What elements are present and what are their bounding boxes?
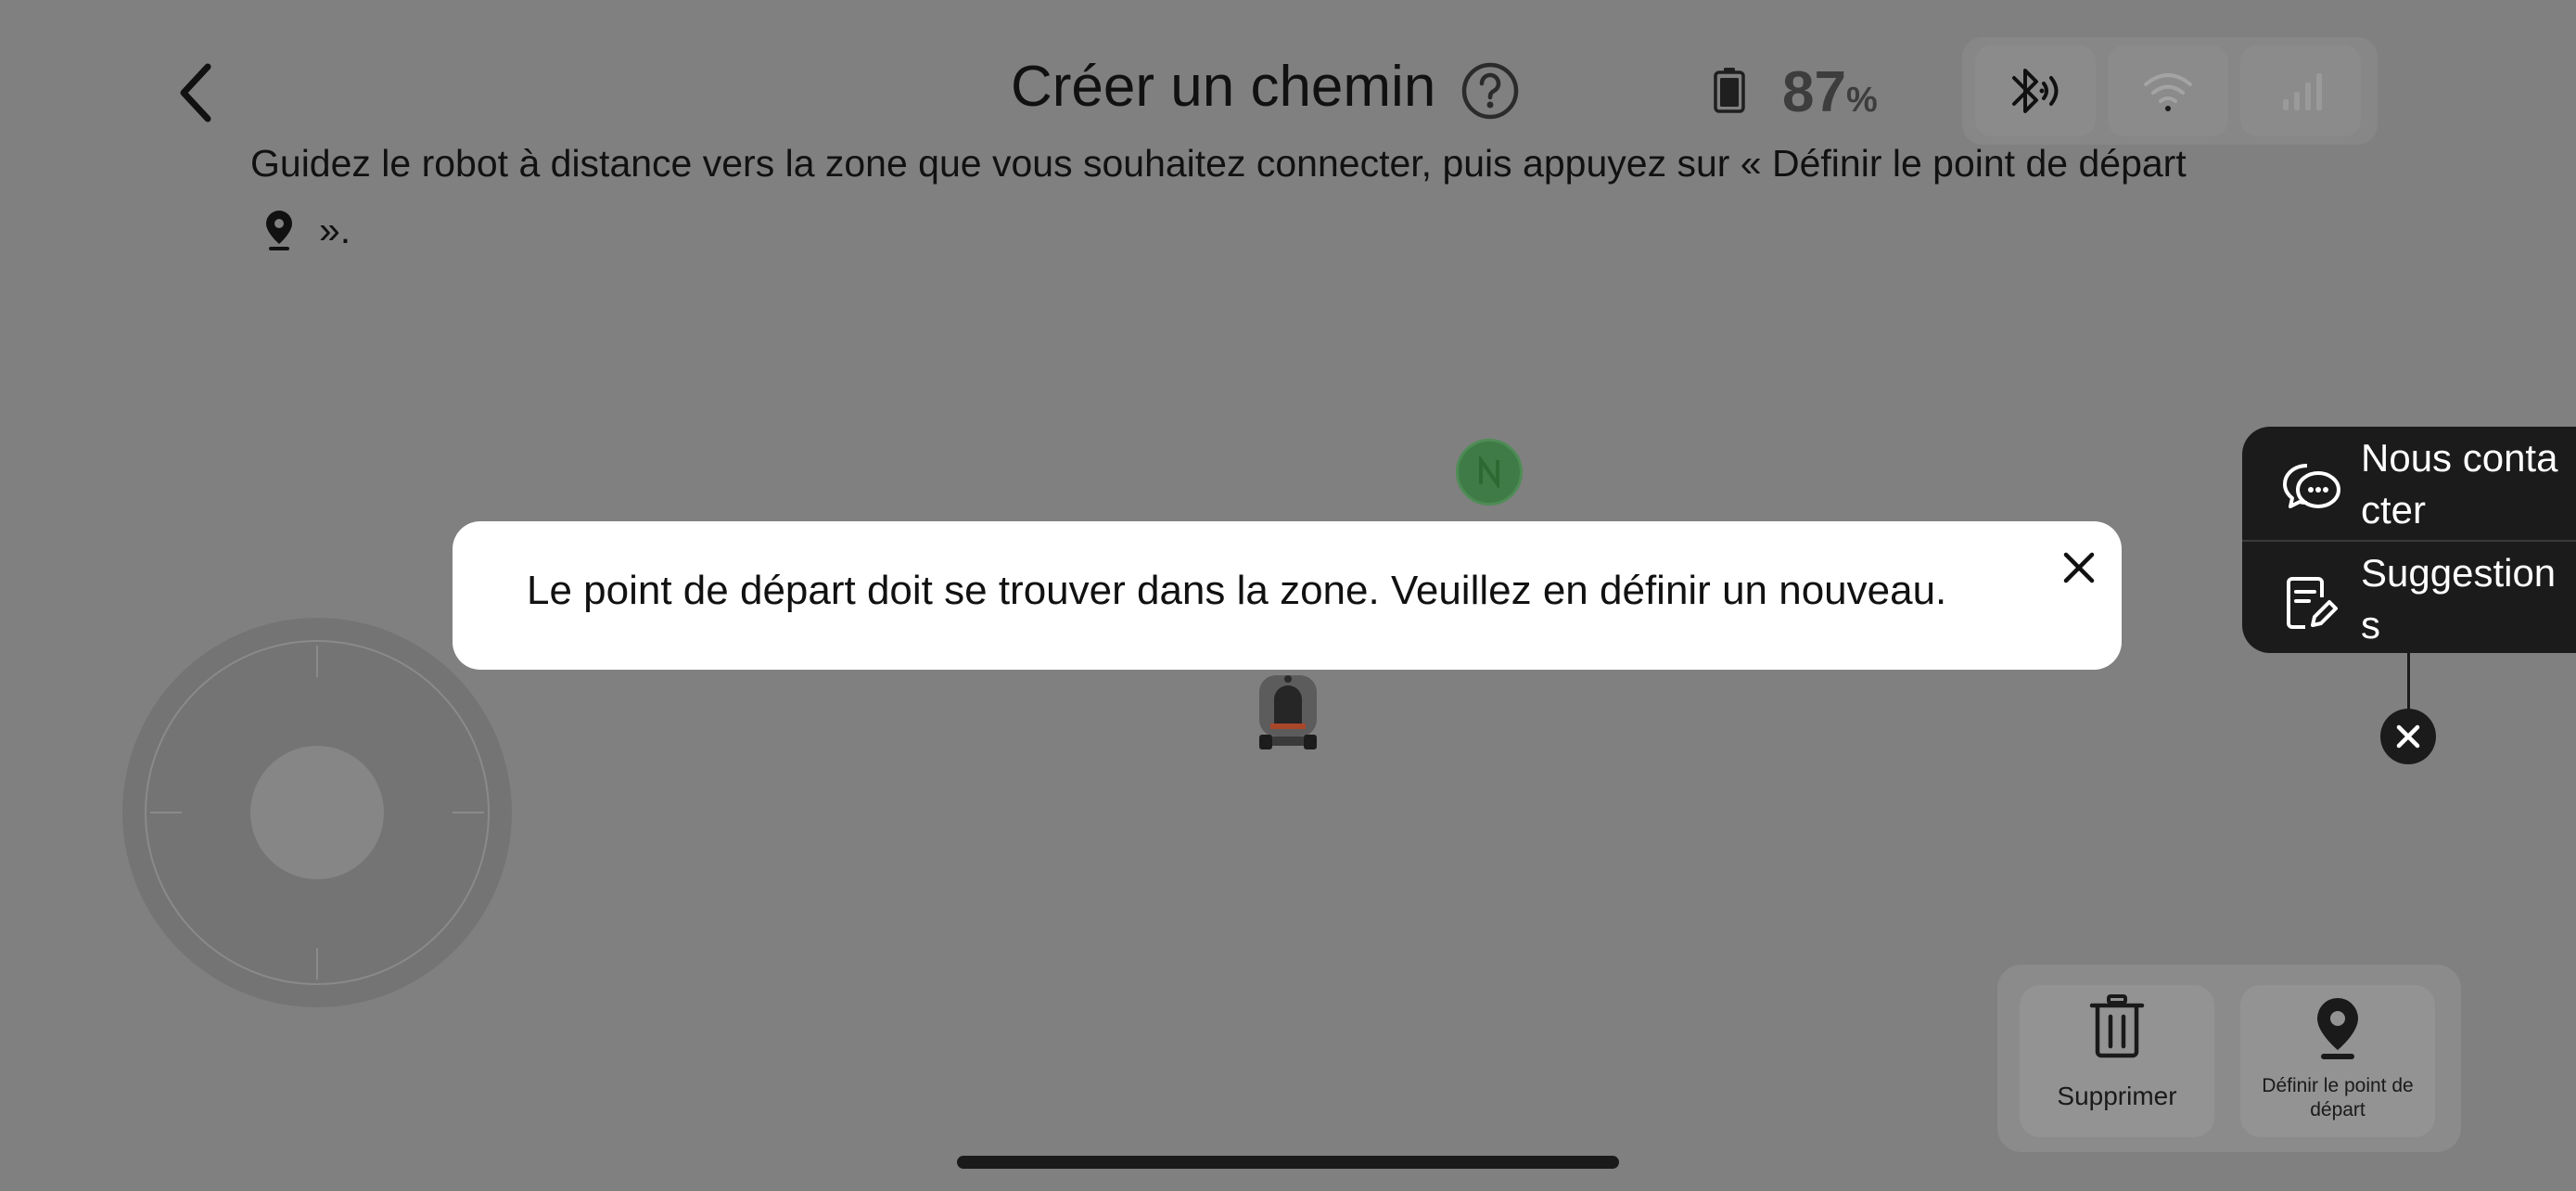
north-marker bbox=[1456, 439, 1523, 506]
back-button[interactable] bbox=[167, 56, 226, 130]
bluetooth-icon bbox=[2012, 69, 2059, 113]
error-toast: Le point de départ doit se trouver dans … bbox=[453, 521, 2122, 670]
battery-value: 87 bbox=[1782, 60, 1846, 124]
home-indicator[interactable] bbox=[957, 1156, 1619, 1169]
toast-message: Le point de départ doit se trouver dans … bbox=[527, 568, 1947, 613]
suggestions-button[interactable]: Suggestions bbox=[2242, 542, 2576, 653]
wifi-icon bbox=[2144, 73, 2192, 111]
cellular-button[interactable] bbox=[2240, 45, 2361, 136]
question-mark-icon bbox=[1461, 62, 1519, 120]
support-menu-stem bbox=[2407, 653, 2410, 712]
close-icon bbox=[2396, 724, 2420, 749]
delete-label: Supprimer bbox=[2057, 1082, 2177, 1110]
chat-bubbles-icon bbox=[2283, 464, 2340, 508]
joystick[interactable] bbox=[122, 618, 512, 1007]
instructions-line-2: ». bbox=[319, 209, 351, 251]
robot-icon bbox=[1259, 675, 1317, 749]
battery-level: 87% bbox=[1782, 59, 1878, 125]
joystick-tick-bottom bbox=[316, 948, 318, 980]
instructions-line-1: Guidez le robot à distance vers la zone … bbox=[250, 142, 2187, 185]
delete-button[interactable]: Supprimer bbox=[2020, 985, 2214, 1137]
joystick-tick-left bbox=[150, 812, 182, 813]
location-pin-icon bbox=[266, 211, 292, 250]
document-edit-icon bbox=[2287, 577, 2338, 629]
contact-us-label: Nous contacter bbox=[2361, 436, 2558, 531]
chevron-left-icon bbox=[180, 63, 211, 122]
instructions-text: Guidez le robot à distance vers la zone … bbox=[250, 130, 2346, 263]
page-title: Créer un chemin bbox=[1011, 55, 1436, 119]
battery-icon bbox=[1714, 67, 1745, 113]
trash-icon bbox=[2089, 994, 2145, 1058]
help-button[interactable] bbox=[1460, 61, 1520, 121]
north-arrow-icon bbox=[1479, 456, 1499, 488]
battery-unit: % bbox=[1845, 81, 1878, 120]
contact-us-button[interactable]: Nous contacter bbox=[2242, 427, 2576, 538]
robot-mower bbox=[1254, 668, 1322, 753]
wifi-button[interactable] bbox=[2108, 45, 2228, 136]
suggestions-label: Suggestions bbox=[2361, 551, 2557, 647]
set-start-point-label: Définir le point de départ bbox=[2262, 1075, 2414, 1121]
location-pin-icon bbox=[2317, 998, 2358, 1059]
support-menu: Nous contacter Suggestions bbox=[2242, 427, 2576, 653]
action-panel: Supprimer Définir le point de départ bbox=[1997, 965, 2461, 1152]
toast-close-button[interactable] bbox=[2057, 545, 2101, 590]
bluetooth-button[interactable] bbox=[1975, 45, 2096, 136]
joystick-knob[interactable] bbox=[250, 746, 384, 879]
connectivity-panel bbox=[1962, 37, 2378, 145]
set-start-point-button[interactable]: Définir le point de départ bbox=[2240, 985, 2435, 1137]
joystick-tick-top bbox=[316, 646, 318, 677]
cellular-signal-icon bbox=[2283, 73, 2322, 110]
support-menu-close-button[interactable] bbox=[2380, 709, 2436, 764]
close-icon bbox=[2063, 552, 2095, 583]
joystick-tick-right bbox=[453, 812, 484, 813]
